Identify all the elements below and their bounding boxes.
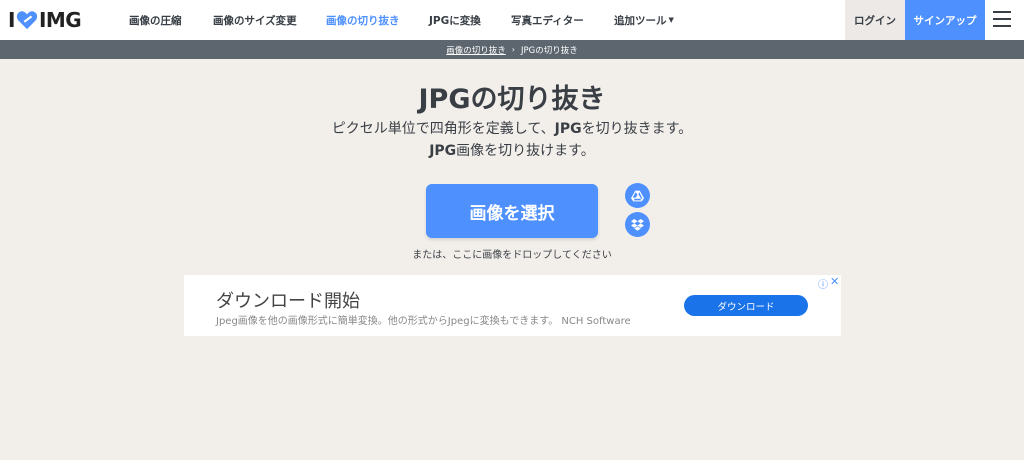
caret-down-icon: ▼ bbox=[668, 16, 674, 24]
signup-label: サインアップ bbox=[913, 14, 977, 27]
nav-compress[interactable]: 画像の圧縮 bbox=[129, 0, 182, 40]
page-title: JPGの切り抜き bbox=[418, 84, 606, 115]
top-header: I IMG 画像の圧縮 画像のサイズ変更 画像の切り抜き JPGに変換 写真エデ… bbox=[0, 0, 1024, 40]
login-button[interactable]: ログイン bbox=[845, 0, 905, 40]
ad-description: Jpeg画像を他の画像形式に簡単変換。他の形式からJpegに変換もできます。 N… bbox=[216, 316, 631, 327]
select-images-label: 画像を選択 bbox=[469, 203, 555, 224]
subtitle1-text-a: ピクセル単位で四角形を定義して、 bbox=[331, 121, 555, 137]
nav-convert-label: JPGに変換 bbox=[429, 14, 481, 27]
nav-convert-to-jpg[interactable]: JPGに変換 bbox=[429, 0, 481, 40]
ad-info-icon[interactable]: ⓘ bbox=[818, 276, 828, 291]
drop-hint-text: または、ここに画像をドロップしてください bbox=[412, 250, 612, 261]
hamburger-menu-icon[interactable] bbox=[993, 11, 1011, 27]
logo[interactable]: I IMG bbox=[8, 8, 82, 32]
ad-title[interactable]: ダウンロード開始 bbox=[216, 287, 360, 313]
breadcrumb-separator-icon: › bbox=[511, 45, 515, 54]
signup-button[interactable]: サインアップ bbox=[905, 0, 985, 40]
breadcrumb: 画像の切り抜き › JPGの切り抜き bbox=[0, 40, 1024, 59]
select-images-button[interactable]: 画像を選択 bbox=[426, 184, 598, 238]
subtitle1-bold: JPG bbox=[554, 121, 582, 137]
nav-crop[interactable]: 画像の切り抜き bbox=[326, 0, 400, 40]
subtitle1-text-b: を切り抜きます。 bbox=[581, 121, 693, 137]
login-label: ログイン bbox=[854, 14, 896, 27]
nav-resize[interactable]: 画像のサイズ変更 bbox=[213, 0, 297, 40]
page-subtitle-line2: JPG画像を切り抜けます。 bbox=[0, 140, 1024, 160]
ad-download-label: ダウンロード bbox=[717, 301, 775, 313]
page-subtitle-line1: ピクセル単位で四角形を定義して、JPGを切り抜きます。 bbox=[0, 118, 1024, 138]
nav-more-tools-label: 追加ツール bbox=[614, 14, 667, 27]
nav-photo-editor[interactable]: 写真エディター bbox=[511, 0, 584, 40]
nav-resize-label: 画像のサイズ変更 bbox=[213, 14, 297, 27]
breadcrumb-current: JPGの切り抜き bbox=[520, 45, 578, 56]
nav-crop-label: 画像の切り抜き bbox=[326, 14, 400, 27]
ad-close-icon[interactable]: ✕ bbox=[830, 275, 839, 288]
subtitle2-bold: JPG bbox=[429, 143, 457, 159]
ad-download-button[interactable]: ダウンロード bbox=[684, 295, 808, 316]
google-drive-icon[interactable] bbox=[625, 183, 650, 208]
nav-photo-editor-label: 写真エディター bbox=[511, 14, 584, 27]
logo-text-right: IMG bbox=[38, 8, 82, 32]
ad-banner[interactable]: ダウンロード開始 Jpeg画像を他の画像形式に簡単変換。他の形式からJpegに変… bbox=[184, 275, 841, 336]
logo-text-left: I bbox=[8, 8, 15, 32]
heart-icon bbox=[16, 11, 38, 30]
dropbox-icon[interactable] bbox=[625, 212, 650, 237]
nav-compress-label: 画像の圧縮 bbox=[129, 14, 182, 27]
nav-more-tools[interactable]: 追加ツール ▼ bbox=[614, 0, 674, 40]
subtitle2-text: 画像を切り抜けます。 bbox=[456, 143, 595, 159]
breadcrumb-parent-link[interactable]: 画像の切り抜き bbox=[446, 44, 506, 56]
